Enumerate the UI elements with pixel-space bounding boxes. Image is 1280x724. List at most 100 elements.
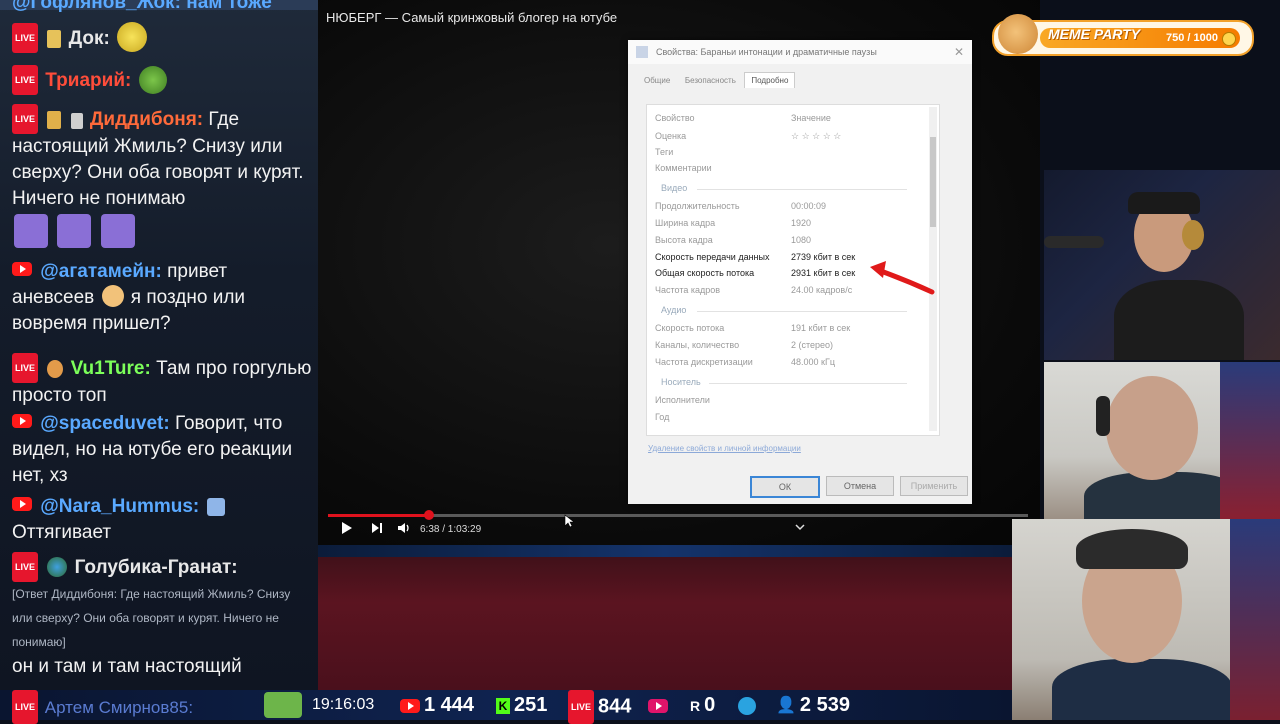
meme-progress: MEME PARTY 750 / 1000 bbox=[1040, 26, 1240, 48]
play-button[interactable] bbox=[340, 520, 354, 539]
beer-icon bbox=[47, 111, 62, 129]
divider bbox=[697, 189, 907, 190]
chat-message: @spaceduvet: Говорит, что видел, но на ю… bbox=[12, 411, 312, 489]
play-icon bbox=[342, 522, 352, 534]
live-badge-icon: LIVE bbox=[12, 552, 39, 582]
property-name: Комментарии bbox=[655, 163, 712, 173]
band-stripe bbox=[318, 545, 1012, 557]
chat-message: LIVE Док: bbox=[12, 22, 312, 53]
emote-row bbox=[12, 214, 312, 252]
divider bbox=[709, 383, 907, 384]
property-row: Исполнители bbox=[655, 395, 925, 409]
badge-icon bbox=[47, 360, 64, 378]
tab-general[interactable]: Общие bbox=[638, 73, 676, 88]
cursor-icon bbox=[564, 514, 575, 531]
kick-count: 251 bbox=[514, 694, 548, 716]
property-value: 24.00 кадров/с bbox=[791, 285, 853, 295]
pepe-emote-icon bbox=[138, 66, 167, 94]
chat-message: LIVE Артем Смирнов85: bbox=[12, 690, 193, 724]
chat-nick: @spaceduvet: bbox=[40, 413, 170, 434]
close-icon[interactable]: ✕ bbox=[954, 45, 964, 59]
clock-time: 19:16:03 bbox=[312, 696, 375, 713]
vk-live-icon: LIVE bbox=[568, 690, 595, 724]
progress-bar[interactable] bbox=[328, 510, 1028, 520]
property-value: 48.000 кГц bbox=[791, 357, 835, 367]
time-label: 6:38 / 1:03:29 bbox=[420, 524, 482, 535]
property-row: Каналы, количество 2 (стерео) bbox=[655, 340, 925, 354]
microphone-icon bbox=[1044, 236, 1104, 248]
webcam-guest-1 bbox=[1044, 362, 1280, 520]
ok-button[interactable]: ОК bbox=[750, 476, 820, 498]
webcam-guest-2 bbox=[1012, 519, 1280, 720]
cap-icon bbox=[1128, 192, 1200, 214]
headphones-icon bbox=[1096, 396, 1110, 436]
property-name: Общая скорость потока bbox=[655, 268, 755, 278]
remove-properties-link[interactable]: Удаление свойств и личной информации bbox=[648, 444, 801, 453]
volume-icon bbox=[398, 523, 409, 533]
red-arrow-icon bbox=[870, 261, 935, 295]
pepe-emote-icon bbox=[264, 692, 302, 718]
youtube-icon bbox=[12, 414, 32, 428]
property-value: 00:00:09 bbox=[791, 201, 827, 211]
volume-button[interactable] bbox=[396, 520, 412, 539]
property-name: Каналы, количество bbox=[655, 340, 740, 350]
property-value: 1920 bbox=[791, 218, 812, 228]
viewers-count: 2 539 bbox=[799, 694, 850, 716]
live-badge-icon: LIVE bbox=[12, 690, 39, 724]
section-video: Видео bbox=[661, 183, 688, 193]
next-icon bbox=[372, 523, 382, 533]
youtube-count: 1 444 bbox=[424, 694, 475, 716]
property-name: Год bbox=[655, 412, 670, 422]
next-button[interactable] bbox=[370, 520, 384, 539]
youtube-icon bbox=[400, 698, 420, 713]
tab-details[interactable]: Подробно bbox=[744, 72, 796, 88]
mic-icon bbox=[70, 113, 83, 129]
chat-nick: Триарий: bbox=[45, 70, 132, 91]
apply-button[interactable]: Применить bbox=[900, 476, 968, 496]
chat-nick: Голубика-Гранат: bbox=[74, 557, 238, 578]
chat-panel: @Гофлянов_Жок: нам тоже LIVE Док: LIVE Т… bbox=[0, 0, 318, 690]
rutube-counter bbox=[648, 690, 672, 720]
headphones-icon bbox=[1076, 529, 1188, 569]
r-count: 0 bbox=[704, 694, 716, 716]
property-row: Продолжительность 00:00:09 bbox=[655, 201, 925, 215]
chat-nick: @агатамейн: bbox=[40, 261, 162, 282]
section-audio: Аудио bbox=[661, 305, 687, 315]
property-value: 1080 bbox=[791, 235, 812, 245]
progress-handle[interactable] bbox=[423, 510, 434, 520]
chat-nick: Док: bbox=[68, 28, 110, 49]
coin-icon bbox=[1222, 32, 1236, 46]
chevron-down-icon[interactable] bbox=[794, 520, 806, 535]
scrollbar-thumb[interactable] bbox=[930, 137, 936, 227]
telegram-icon bbox=[738, 696, 756, 715]
property-row: Комментарии bbox=[655, 163, 925, 177]
video-title: НЮБЕРГ — Самый кринжовый блогер на ютубе bbox=[326, 10, 618, 25]
property-name: Теги bbox=[655, 147, 674, 157]
r-icon: R bbox=[690, 697, 701, 714]
flag-decoration bbox=[1220, 362, 1280, 520]
property-value: ☆ ☆ ☆ ☆ ☆ bbox=[791, 131, 842, 141]
property-value: 191 кбит в сек bbox=[791, 323, 851, 333]
meme-count: 750 / 1000 bbox=[1166, 32, 1218, 44]
emote-icon bbox=[100, 214, 135, 248]
property-name: Ширина кадра bbox=[655, 218, 716, 228]
tab-security[interactable]: Безопасность bbox=[679, 73, 742, 88]
meme-title: MEME PARTY bbox=[1048, 26, 1141, 42]
cancel-button[interactable]: Отмена bbox=[826, 476, 894, 496]
file-icon bbox=[636, 46, 648, 58]
headphones-icon bbox=[1182, 220, 1204, 250]
last-chat-line bbox=[0, 652, 318, 690]
cup-icon bbox=[47, 30, 62, 48]
header-property: Свойство bbox=[655, 113, 695, 123]
property-value: 2 (стерео) bbox=[791, 340, 834, 350]
viewers-counter: 👤 2 539 bbox=[776, 690, 850, 720]
property-name: Частота дискретизации bbox=[655, 357, 753, 367]
vk-counter: LIVE 844 bbox=[568, 690, 631, 724]
property-row: Скорость потока 191 кбит в сек bbox=[655, 323, 925, 337]
chat-nick: Vu1Ture: bbox=[70, 358, 151, 379]
chat-nick: @Nara_Hummus: bbox=[40, 496, 200, 517]
property-name: Скорость передачи данных bbox=[655, 252, 770, 262]
property-name: Продолжительность bbox=[655, 201, 740, 211]
person-head bbox=[1106, 376, 1198, 480]
dialog-titlebar: Свойства: Бараньи интонации и драматичны… bbox=[628, 40, 972, 64]
